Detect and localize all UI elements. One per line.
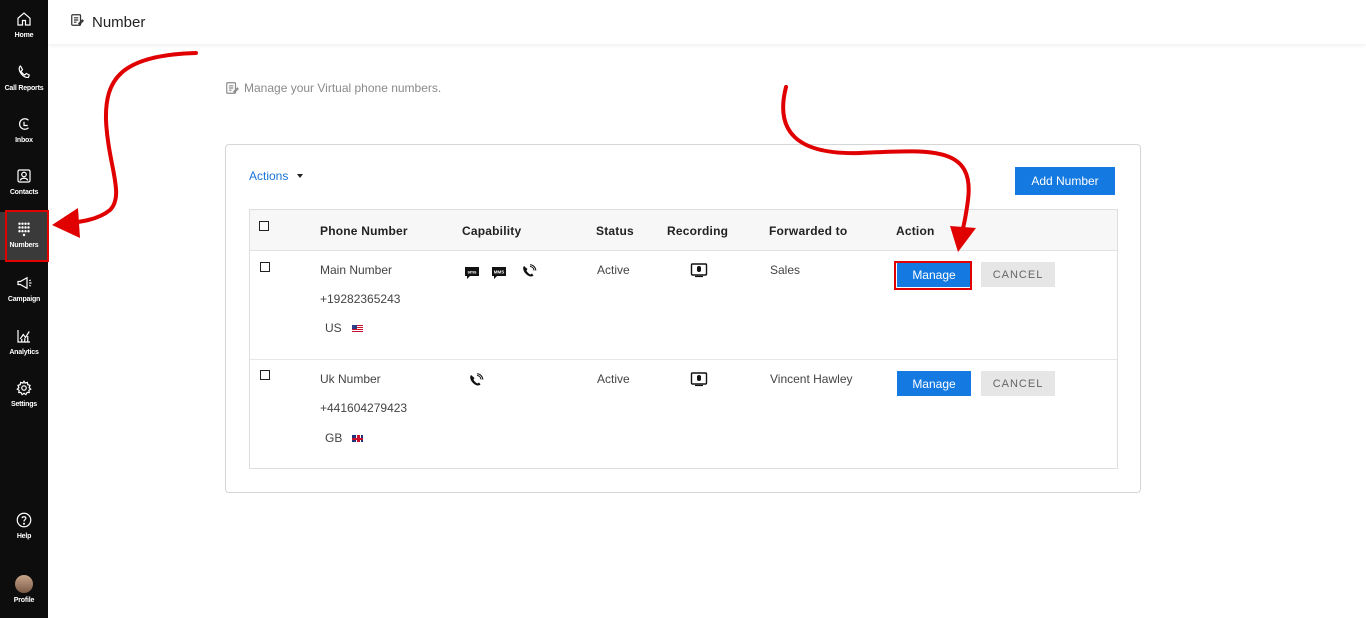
sidebar-item-label: Call Reports	[4, 85, 44, 92]
status-text: Active	[597, 372, 630, 386]
number-name: Uk Number	[320, 372, 381, 386]
column-header-phone-number: Phone Number	[320, 224, 408, 238]
sidebar-item-help[interactable]: Help	[0, 503, 48, 549]
sidebar-item-label: Analytics	[9, 349, 39, 356]
contacts-icon	[17, 169, 31, 183]
sidebar: Home Call Reports Inbox Contacts Numbers…	[0, 0, 48, 618]
sidebar-item-label: Home	[14, 32, 34, 39]
country-code: GB	[325, 431, 343, 445]
sidebar-item-inbox[interactable]: Inbox	[0, 107, 48, 153]
page-title: Number	[92, 13, 146, 31]
numbers-card: Actions Add Number Phone Number Capabili…	[225, 144, 1141, 493]
document-icon	[226, 82, 239, 94]
select-all-checkbox[interactable]	[259, 221, 269, 231]
gb-flag-icon	[352, 435, 364, 443]
sidebar-item-campaign[interactable]: Campaign	[0, 266, 48, 312]
country: US	[325, 321, 363, 335]
document-icon	[70, 13, 84, 32]
sidebar-item-analytics[interactable]: Analytics	[0, 319, 48, 365]
manage-highlight-box	[894, 261, 972, 290]
home-icon	[17, 12, 31, 26]
table-row: Main Number +19282365243 US sms MMS Acti…	[250, 251, 1117, 360]
recording-icon	[690, 372, 708, 387]
sidebar-item-label: Profile	[13, 597, 35, 604]
sidebar-item-label: Settings	[10, 401, 37, 408]
gear-icon	[16, 380, 32, 396]
phone-number: +441604279423	[320, 401, 408, 415]
sidebar-item-call-reports[interactable]: Call Reports	[0, 55, 48, 101]
table-header: Phone Number Capability Status Recording…	[250, 210, 1117, 251]
arrow-to-numbers-head	[52, 208, 80, 238]
sidebar-item-settings[interactable]: Settings	[0, 371, 48, 417]
phone-icon	[18, 65, 30, 79]
forwarded-to: Sales	[770, 263, 801, 277]
sidebar-item-home[interactable]: Home	[0, 2, 48, 48]
column-header-status: Status	[596, 224, 634, 238]
voice-call-icon	[468, 373, 484, 387]
avatar	[15, 575, 33, 593]
number-name: Main Number	[320, 263, 393, 277]
us-flag-icon	[351, 325, 363, 333]
cancel-button[interactable]: CANCEL	[981, 262, 1055, 287]
column-header-forwarded-to: Forwarded to	[769, 224, 848, 238]
megaphone-icon	[17, 276, 32, 290]
header: Number	[48, 0, 1366, 44]
row-checkbox[interactable]	[260, 370, 270, 380]
mms-icon: MMS	[491, 266, 507, 280]
manage-button[interactable]: Manage	[897, 371, 971, 396]
caret-down-icon	[297, 174, 304, 178]
status-text: Active	[597, 263, 630, 277]
inbox-icon	[19, 118, 29, 130]
row-checkbox[interactable]	[260, 262, 270, 272]
sidebar-item-contacts[interactable]: Contacts	[0, 159, 48, 205]
country: GB	[325, 431, 364, 445]
analytics-icon	[17, 330, 30, 343]
country-code: US	[325, 321, 342, 335]
svg-text:MMS: MMS	[494, 270, 505, 275]
arrow-to-numbers	[60, 51, 198, 226]
voice-call-icon	[521, 264, 537, 278]
table-row: Uk Number +441604279423 GB Active Vincen…	[250, 360, 1117, 468]
numbers-highlight-box	[5, 210, 49, 262]
column-header-capability: Capability	[462, 224, 522, 238]
subtitle-text: Manage your Virtual phone numbers.	[244, 81, 442, 95]
help-icon	[16, 512, 32, 528]
forwarded-to: Vincent Hawley	[770, 372, 853, 386]
add-number-button[interactable]: Add Number	[1015, 167, 1115, 195]
actions-dropdown[interactable]: Actions	[249, 169, 304, 183]
actions-label: Actions	[249, 169, 289, 183]
sidebar-item-label: Inbox	[15, 137, 33, 144]
svg-text:sms: sms	[467, 270, 477, 275]
sidebar-item-label: Help	[16, 533, 32, 540]
sidebar-item-profile[interactable]: Profile	[0, 567, 48, 613]
phone-number: +19282365243	[320, 292, 401, 306]
column-header-action: Action	[896, 224, 935, 238]
numbers-table: Phone Number Capability Status Recording…	[249, 209, 1118, 469]
column-header-recording: Recording	[667, 224, 729, 238]
sidebar-item-label: Campaign	[7, 296, 41, 303]
recording-icon	[690, 263, 708, 278]
page-subtitle: Manage your Virtual phone numbers.	[225, 81, 441, 95]
sms-icon: sms	[464, 266, 480, 280]
sidebar-item-label: Contacts	[9, 189, 39, 196]
cancel-button[interactable]: CANCEL	[981, 371, 1055, 396]
